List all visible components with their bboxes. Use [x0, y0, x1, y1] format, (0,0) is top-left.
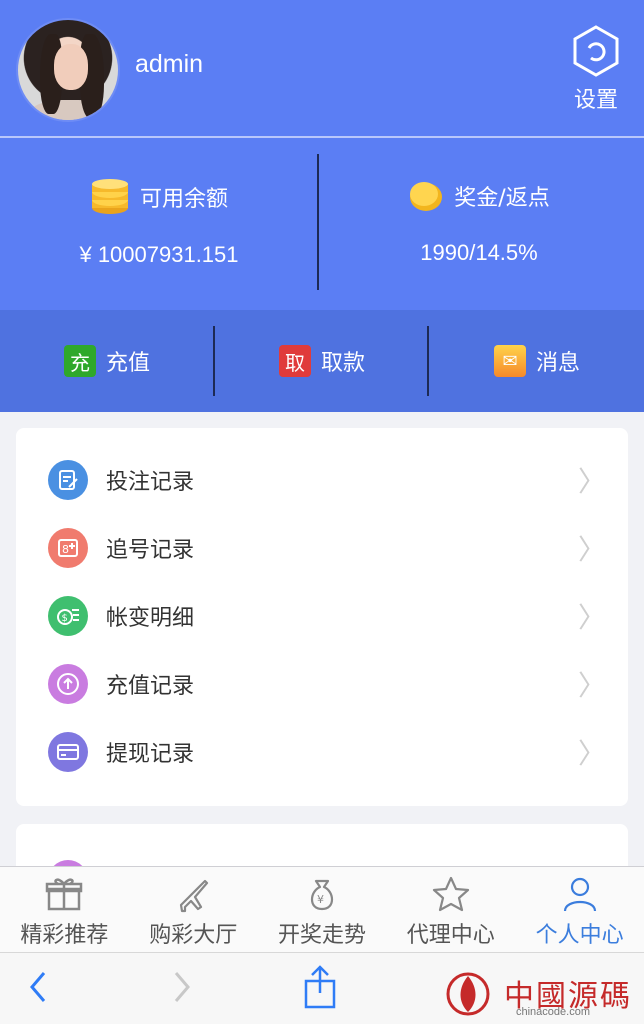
- action-bar: 充 充值 取 取款 ✉ 消息: [0, 310, 644, 412]
- person-icon: [563, 877, 596, 912]
- share-icon[interactable]: [300, 963, 340, 1011]
- withdraw-label: 取款: [320, 351, 365, 376]
- bonus-label: 奖金/返点: [454, 186, 550, 211]
- svg-text:$: $: [62, 613, 68, 624]
- profile-header: admin 设置: [0, 0, 644, 137]
- tab-label: 购彩大厅: [149, 923, 238, 948]
- menu-item-chase-records[interactable]: 8 追号记录 〉: [16, 514, 628, 582]
- messages-button[interactable]: ✉ 消息: [430, 310, 644, 412]
- watermark: 中國源碼 chinacode.com: [440, 968, 640, 1018]
- available-label: 可用余额: [139, 187, 228, 212]
- edit-note-icon: [48, 460, 88, 500]
- recharge-label: 充值: [105, 351, 150, 376]
- balance-panel: 可用余额 ¥ 10007931.151 奖金/返点 1990/14.5%: [0, 138, 644, 310]
- watermark-logo-icon: [446, 972, 490, 1016]
- menu-item-label: 充值记录: [106, 674, 195, 699]
- avatar-face: [54, 44, 88, 90]
- messages-label: 消息: [535, 351, 580, 376]
- svg-text:¥: ¥: [317, 893, 324, 906]
- arrow-up-circle-icon: [48, 664, 88, 704]
- avatar[interactable]: [16, 18, 120, 122]
- tab-personal-center[interactable]: 个人中心: [515, 867, 644, 952]
- watermark-sub: chinacode.com: [516, 1006, 590, 1018]
- menu-item-bet-records[interactable]: 投注记录 〉: [16, 446, 628, 514]
- tab-label: 开奖走势: [277, 923, 366, 948]
- settings-button[interactable]: 设置: [560, 24, 632, 114]
- bottom-tab-bar: 精彩推荐 购彩大厅 ¥ 开奖走势 代理中心 个人中心: [0, 866, 644, 952]
- balance-divider: [317, 154, 319, 290]
- menu-item-label: 提现记录: [106, 742, 195, 767]
- gift-icon: [46, 878, 83, 911]
- bonus-value: 1990/14.5%: [420, 240, 538, 265]
- tab-featured[interactable]: 精彩推荐: [0, 867, 129, 952]
- tab-label: 精彩推荐: [20, 923, 109, 948]
- chevron-right-icon: 〉: [577, 669, 606, 702]
- menu-item-withdraw-records[interactable]: 提现记录 〉: [16, 718, 628, 786]
- chevron-right-icon: 〉: [577, 533, 606, 566]
- bonus-rebate: 奖金/返点 1990/14.5%: [320, 178, 638, 266]
- tab-agent-center[interactable]: 代理中心: [386, 867, 515, 952]
- forward-arrow-icon[interactable]: [170, 967, 194, 1007]
- coin-icon: [410, 182, 443, 211]
- card-icon: [48, 732, 88, 772]
- plane-icon: [180, 879, 209, 913]
- chevron-right-icon: 〉: [577, 465, 606, 498]
- gear-icon: [573, 25, 619, 77]
- coin-stack-icon: [91, 179, 128, 214]
- menu-item-label: 帐变明细: [106, 606, 195, 631]
- tab-draw-trends[interactable]: ¥ 开奖走势: [258, 867, 387, 952]
- star-icon: [432, 876, 469, 912]
- settings-label: 设置: [573, 88, 618, 113]
- withdraw-button[interactable]: 取 取款: [215, 310, 429, 412]
- chevron-right-icon: 〉: [577, 601, 606, 634]
- recharge-badge-icon: 充: [63, 345, 96, 377]
- menu-item-label: 追号记录: [106, 538, 195, 563]
- mail-icon: ✉: [493, 345, 526, 377]
- tab-label: 个人中心: [535, 923, 624, 948]
- records-menu: 投注记录 〉 8 追号记录 〉 $ 帐变明细 〉 充值记录 〉 提现记录 〉: [16, 428, 628, 806]
- username: admin: [135, 50, 204, 78]
- withdraw-badge-icon: 取: [278, 345, 311, 377]
- available-value: ¥ 10007931.151: [79, 242, 239, 267]
- tab-lottery-hall[interactable]: 购彩大厅: [129, 867, 258, 952]
- menu-item-recharge-records[interactable]: 充值记录 〉: [16, 650, 628, 718]
- recharge-button[interactable]: 充 充值: [0, 310, 214, 412]
- menu-item-label: 投注记录: [106, 470, 195, 495]
- money-bag-icon: ¥: [310, 879, 334, 911]
- menu-item-account-changes[interactable]: $ 帐变明细 〉: [16, 582, 628, 650]
- back-arrow-icon[interactable]: [26, 967, 50, 1007]
- available-balance: 可用余额 ¥ 10007931.151: [0, 178, 318, 268]
- svg-text:8: 8: [62, 543, 69, 556]
- number-plus-icon: 8: [48, 528, 88, 568]
- tab-label: 代理中心: [406, 923, 495, 948]
- money-stack-icon: $: [48, 596, 88, 636]
- action-divider: [427, 326, 429, 396]
- chevron-right-icon: 〉: [577, 737, 606, 770]
